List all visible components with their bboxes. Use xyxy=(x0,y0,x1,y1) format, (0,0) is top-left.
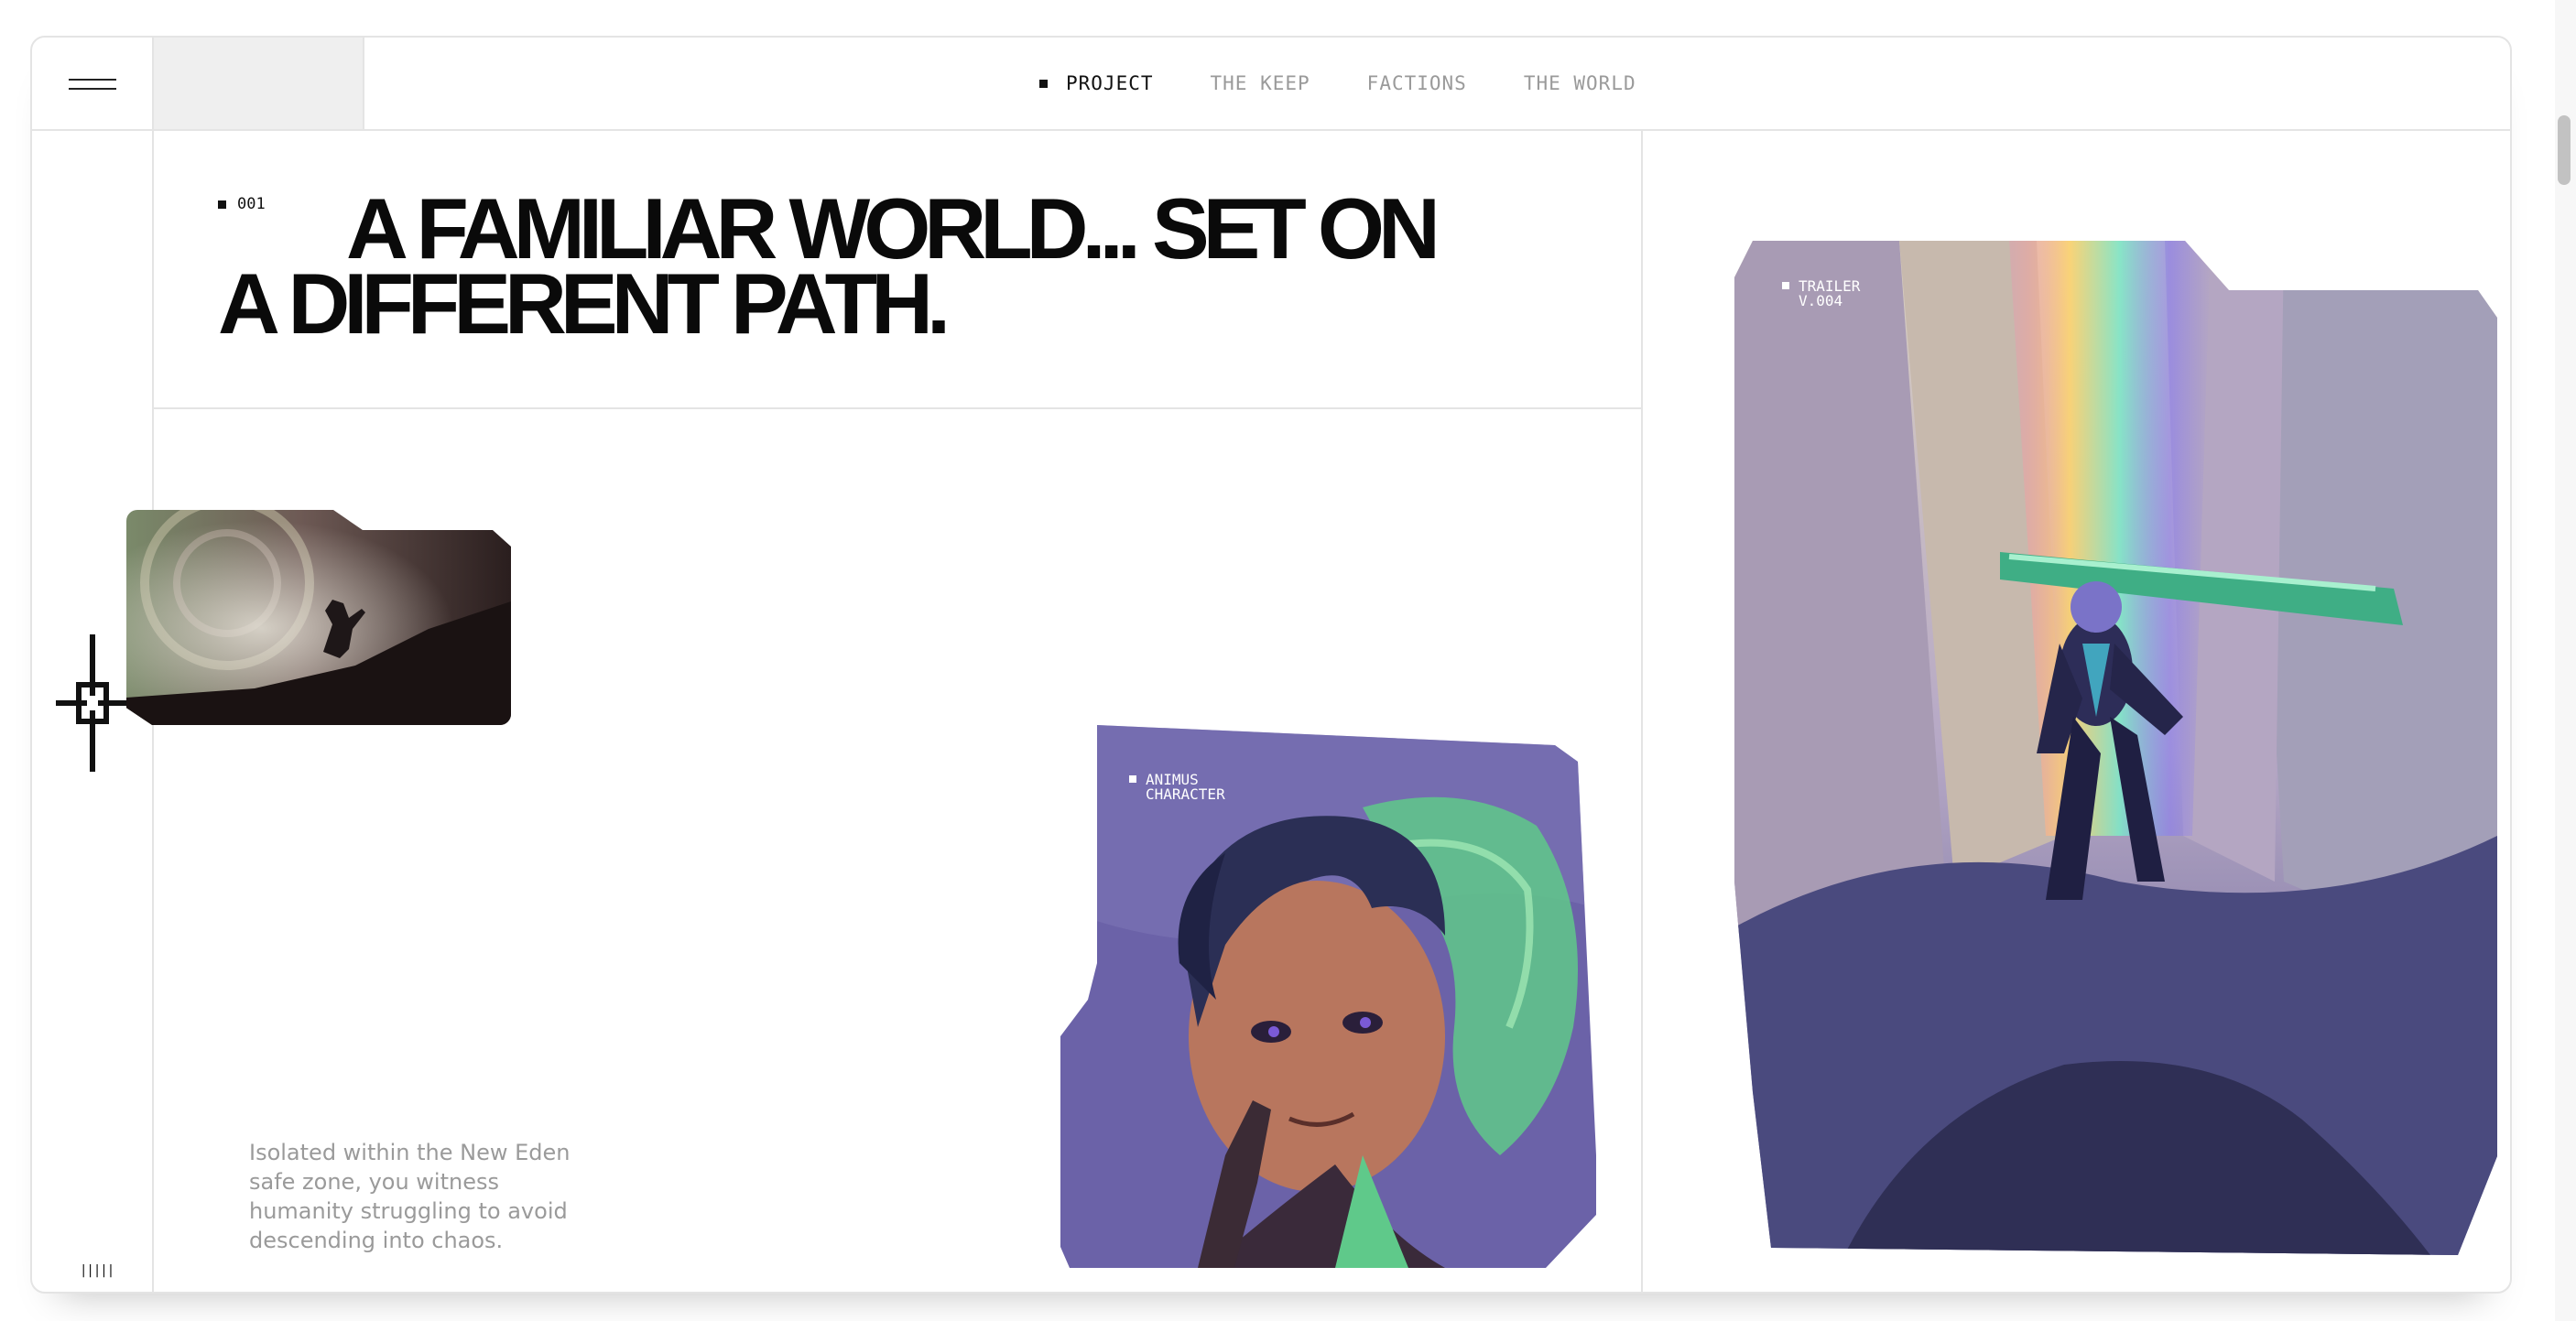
character-card[interactable]: ANIMUS CHARACTER xyxy=(1060,725,1596,1268)
trailer-card[interactable]: TRAILER V.004 xyxy=(1734,241,2497,1255)
character-portrait xyxy=(1060,725,1596,1268)
menu-icon xyxy=(69,79,116,81)
nav-item-the-world[interactable]: THE WORLD xyxy=(1524,72,1636,94)
scrollbar-track[interactable] xyxy=(2555,0,2576,1321)
crosshair-icon xyxy=(56,634,129,772)
thumbnail-artwork[interactable] xyxy=(126,510,511,725)
dots-icon[interactable]: ||||| xyxy=(80,1263,114,1278)
main-nav: PROJECT THE KEEP FACTIONS THE WORLD xyxy=(1039,38,1693,129)
trailer-illustration xyxy=(1734,241,2497,1255)
menu-button[interactable] xyxy=(32,38,154,129)
headline-area: 001 A FAMILIAR WORLD... SET ON A DIFFERE… xyxy=(154,131,1641,409)
description-text: Isolated within the New Eden safe zone, … xyxy=(249,1140,571,1253)
page-title: A FAMILIAR WORLD... SET ON A DIFFERENT P… xyxy=(218,180,1440,352)
nav-item-factions[interactable]: FACTIONS xyxy=(1367,72,1467,94)
trailer-card-label: TRAILER V.004 xyxy=(1782,279,1872,309)
scrollbar-thumb[interactable] xyxy=(2558,115,2571,185)
character-card-label: ANIMUS CHARACTER xyxy=(1129,773,1237,802)
logo-placeholder xyxy=(154,38,364,129)
climber-illustration xyxy=(126,510,511,725)
active-indicator-icon xyxy=(1039,79,1048,88)
nav-item-the-keep[interactable]: THE KEEP xyxy=(1211,72,1310,94)
top-bar: PROJECT THE KEEP FACTIONS THE WORLD xyxy=(32,38,2510,131)
nav-item-project[interactable]: PROJECT xyxy=(1039,72,1154,94)
page-frame: PROJECT THE KEEP FACTIONS THE WORLD ||||… xyxy=(30,36,2512,1294)
